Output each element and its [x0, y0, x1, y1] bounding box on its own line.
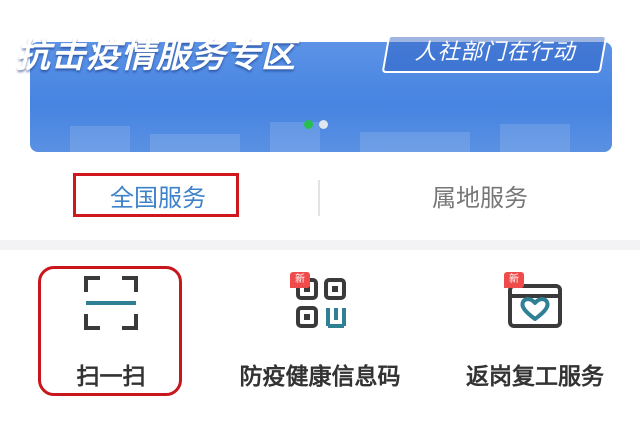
scan-highlight-outline: [38, 266, 182, 396]
carousel-dot[interactable]: [319, 120, 328, 129]
tab-national-highlight-outline: [73, 173, 239, 217]
banner-building-shape: [360, 132, 470, 152]
return-to-work-label: 返岗复工服务: [466, 364, 604, 390]
banner-subtitle: 人社部门在行动: [414, 40, 576, 65]
banner-building-shape: [70, 126, 130, 152]
carousel-dot-active[interactable]: [304, 120, 313, 129]
banner-area: 抗击疫情服务专区 人社部门在行动: [0, 0, 640, 152]
banner-title: 抗击疫情服务专区: [16, 36, 296, 76]
banner-building-shape: [500, 124, 570, 152]
carousel-indicator: [304, 120, 328, 130]
banner-building-shape: [150, 134, 240, 152]
tab-divider: [318, 180, 320, 216]
health-code-label: 防疫健康信息码: [239, 364, 401, 390]
tab-local-services[interactable]: 属地服务: [400, 174, 560, 222]
new-badge: 新: [504, 272, 524, 288]
return-to-work-button[interactable]: 新 返岗复工服务: [440, 250, 630, 420]
health-code-button[interactable]: 新 防疫健康信息码: [220, 250, 420, 420]
new-badge: 新: [290, 272, 310, 288]
